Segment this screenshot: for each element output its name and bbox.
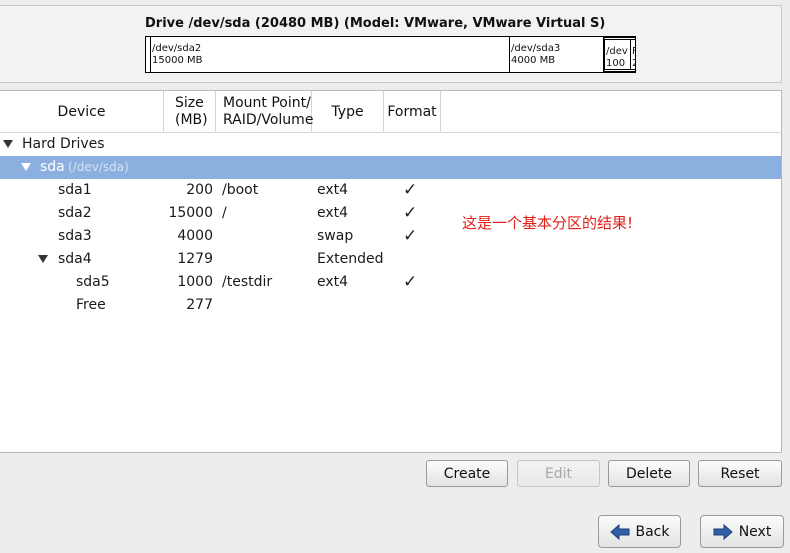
row-size: 15000 (168, 205, 213, 221)
row-mount: /boot (222, 182, 259, 198)
column-mount-line1: Mount Point/ (223, 94, 311, 111)
row-device: Free (76, 297, 106, 313)
row-device: sda1 (58, 182, 92, 198)
row-mount: /testdir (222, 274, 273, 290)
row-size: 277 (186, 297, 213, 313)
table-row[interactable]: Free 277 (0, 294, 781, 317)
row-type: swap (317, 228, 354, 244)
table-row[interactable]: sda2 15000 / ext4 ✓ (0, 202, 781, 225)
column-size-line1: Size (175, 94, 204, 111)
drive-partition-map: /dev/sda2 15000 MB /dev/sda3 4000 MB /de… (145, 36, 636, 73)
column-device[interactable]: Device (0, 91, 164, 132)
tree-label-hard-drives: Hard Drives (22, 136, 105, 152)
arrow-right-icon (713, 523, 733, 540)
column-size[interactable]: Size (MB) (164, 91, 216, 132)
segment-sda2-size: 15000 MB (152, 55, 203, 66)
segment-free[interactable]: F 2 (631, 40, 635, 69)
back-button-label: Back (635, 523, 670, 540)
drive-title: Drive /dev/sda (20480 MB) (Model: VMware… (145, 16, 606, 31)
row-device: sda3 (58, 228, 92, 244)
row-type: ext4 (317, 205, 349, 221)
table-row[interactable]: sda3 4000 swap ✓ (0, 225, 781, 248)
segment-sda2-name: /dev/sda2 (152, 43, 202, 54)
create-button[interactable]: Create (426, 460, 508, 487)
segment-free-size: 2 (632, 58, 635, 69)
row-size: 1279 (177, 251, 213, 267)
reset-button[interactable]: Reset (698, 460, 782, 487)
segment-sda5[interactable]: /dev 100 (605, 40, 631, 69)
triangle-down-icon[interactable] (3, 140, 13, 148)
row-size: 4000 (177, 228, 213, 244)
row-device: sda2 (58, 205, 92, 221)
row-device: sda4 (58, 251, 92, 267)
table-row[interactable]: sda4 1279 Extended (0, 248, 781, 271)
tree-label-sda-path: (/dev/sda) (68, 160, 129, 174)
segment-sda3-name: /dev/sda3 (511, 43, 561, 54)
partition-tree[interactable]: Device Size (MB) Mount Point/ RAID/Volum… (0, 90, 782, 453)
checkmark-icon: ✓ (403, 203, 418, 223)
column-format[interactable]: Format (384, 91, 441, 132)
drive-summary-panel: Drive /dev/sda (20480 MB) (Model: VMware… (0, 5, 782, 83)
row-type: ext4 (317, 182, 349, 198)
row-type: Extended (317, 251, 384, 267)
row-type: ext4 (317, 274, 349, 290)
column-type[interactable]: Type (312, 91, 384, 132)
column-size-line2: (MB) (175, 111, 208, 128)
segment-sda2[interactable]: /dev/sda2 15000 MB (151, 37, 510, 72)
delete-button[interactable]: Delete (608, 460, 690, 487)
row-device: sda5 (76, 274, 110, 290)
tree-row-hard-drives[interactable]: Hard Drives (0, 133, 781, 156)
segment-sda5-size: 100 (606, 58, 626, 69)
row-size: 1000 (177, 274, 213, 290)
row-size: 200 (186, 182, 213, 198)
tree-row-sda[interactable]: sda (/dev/sda) (0, 156, 781, 179)
arrow-left-icon (609, 523, 629, 540)
segment-sda3[interactable]: /dev/sda3 4000 MB (510, 37, 604, 72)
segment-free-name: F (632, 46, 635, 58)
segment-extended[interactable]: /dev 100 F 2 (604, 37, 635, 72)
triangle-down-icon[interactable] (38, 255, 48, 263)
column-mount-line2: RAID/Volume (223, 111, 314, 128)
tree-label-sda: sda (40, 159, 65, 175)
checkmark-icon: ✓ (403, 180, 418, 200)
column-mount-point[interactable]: Mount Point/ RAID/Volume (216, 91, 314, 132)
back-button[interactable]: Back (598, 515, 681, 548)
row-mount: / (222, 205, 227, 221)
segment-sda3-size: 4000 MB (511, 55, 556, 66)
tree-header: Device Size (MB) Mount Point/ RAID/Volum… (0, 91, 781, 133)
next-button[interactable]: Next (700, 515, 784, 548)
next-button-label: Next (738, 523, 772, 540)
table-row[interactable]: sda1 200 /boot ext4 ✓ (0, 179, 781, 202)
segment-sda5-name: /dev (606, 46, 628, 57)
checkmark-icon: ✓ (403, 272, 418, 292)
table-row[interactable]: sda5 1000 /testdir ext4 ✓ (0, 271, 781, 294)
checkmark-icon: ✓ (403, 226, 418, 246)
triangle-down-icon[interactable] (21, 163, 31, 171)
edit-button[interactable]: Edit (517, 460, 600, 487)
annotation-note: 这是一个基本分区的结果! (462, 214, 634, 232)
